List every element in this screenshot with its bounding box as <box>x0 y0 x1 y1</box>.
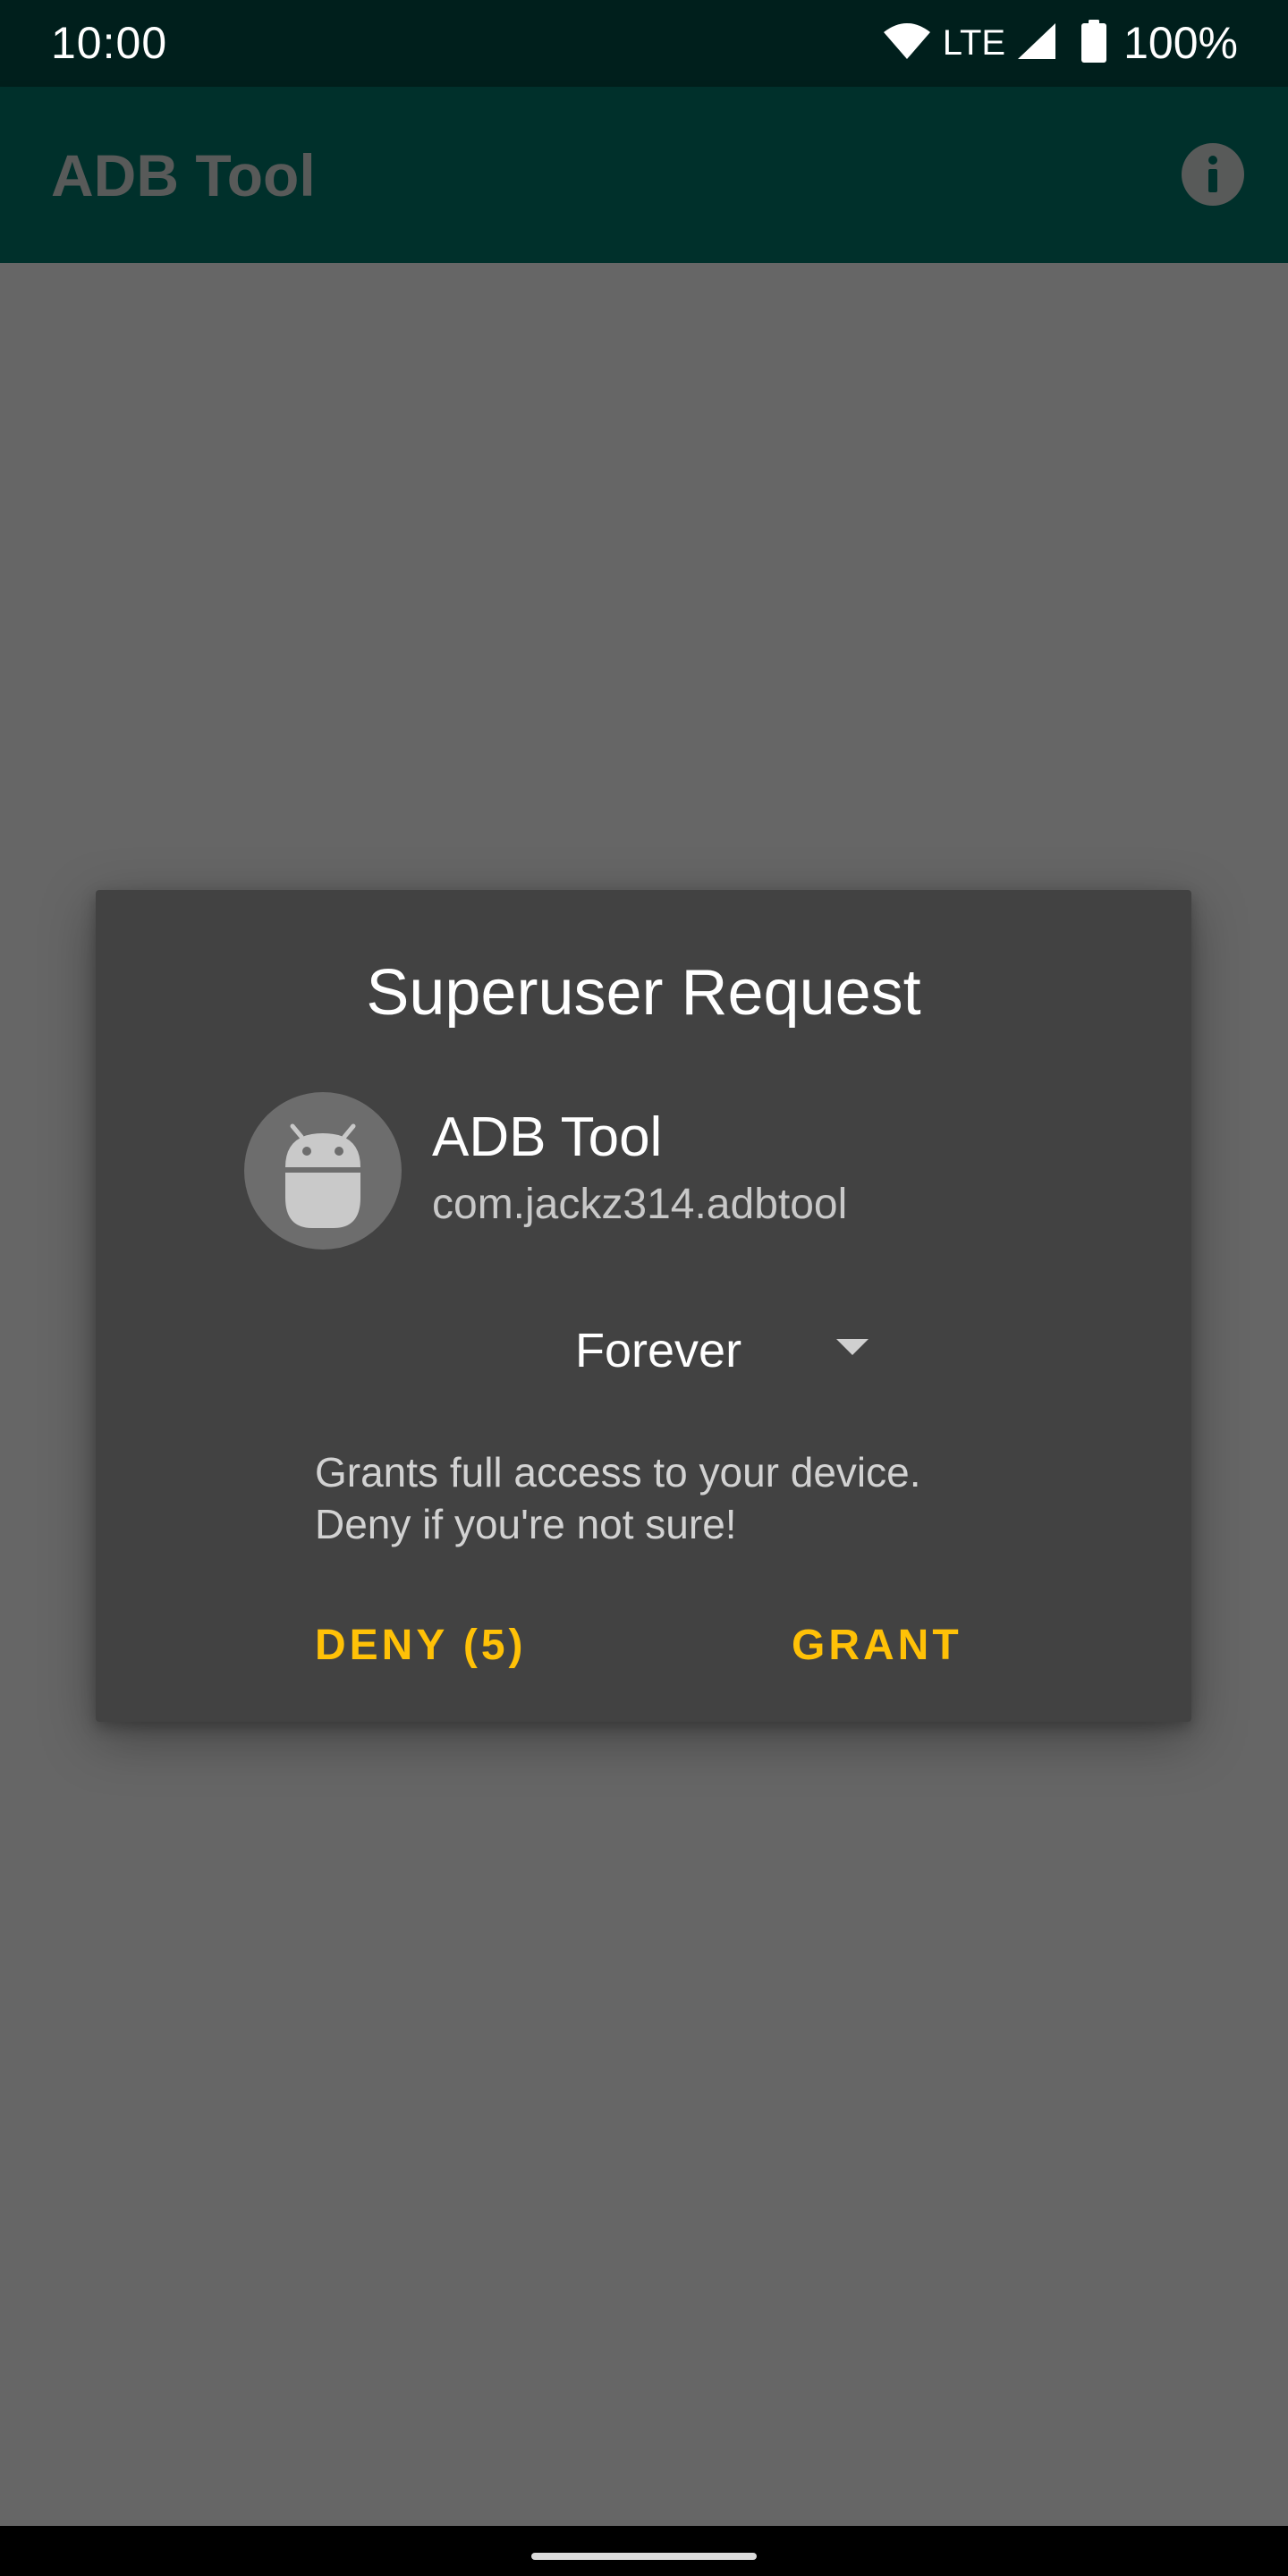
duration-dropdown[interactable]: Forever <box>480 1310 892 1391</box>
dropdown-arrow-icon <box>836 1339 869 1361</box>
status-bar: 10:00 LTE 100% <box>0 0 1288 87</box>
dialog-title: Superuser Request <box>366 957 921 1029</box>
deny-button[interactable]: DENY (5) <box>315 1614 527 1677</box>
warning-line-2: Deny if you're not sure! <box>315 1501 737 1547</box>
app-title: ADB Tool <box>51 142 316 208</box>
navigation-bar <box>0 2526 1288 2576</box>
app-name: ADB Tool <box>432 1106 663 1168</box>
warning-line-1: Grants full access to your device. <box>315 1449 921 1496</box>
duration-value: Forever <box>575 1324 742 1377</box>
android-icon <box>244 1092 402 1250</box>
status-indicators: LTE 100% <box>882 16 1238 70</box>
package-name: com.jackz314.adbtool <box>432 1181 848 1228</box>
app-bar: ADB Tool <box>0 87 1288 263</box>
cellular-signal-icon <box>1016 21 1057 65</box>
network-type: LTE <box>942 23 1006 63</box>
warning-text: Grants full access to your device. Deny … <box>315 1446 1120 1550</box>
status-time: 10:00 <box>51 18 168 68</box>
grant-button[interactable]: GRANT <box>792 1614 962 1677</box>
battery-percentage: 100% <box>1123 18 1238 68</box>
superuser-dialog: Superuser Request ADB Tool com.jackz314.… <box>96 890 1191 1722</box>
battery-icon <box>1080 19 1107 67</box>
screen: 10:00 LTE 100% ADB Tool Superuser Reques… <box>0 0 1288 2576</box>
info-icon[interactable] <box>1181 142 1245 207</box>
home-gesture-handle[interactable] <box>531 2553 757 2560</box>
wifi-icon <box>882 21 932 65</box>
